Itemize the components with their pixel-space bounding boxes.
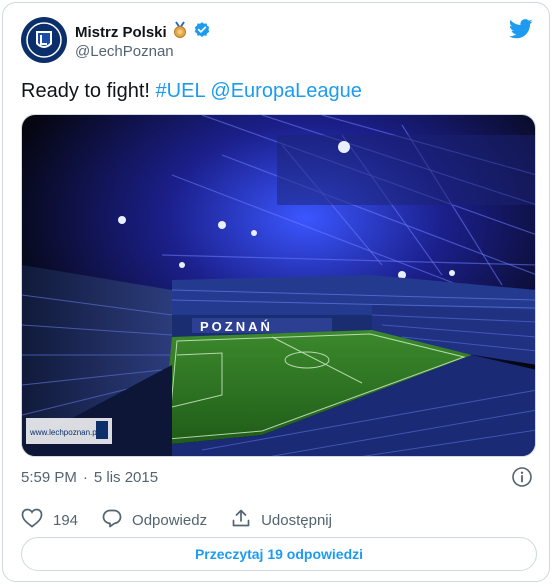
read-replies-label: Przeczytaj 19 odpowiedzi bbox=[194, 546, 364, 562]
author-name[interactable]: Mistrz Polski bbox=[75, 24, 167, 41]
author-row: Mistrz Polski bbox=[75, 21, 211, 44]
share-icon bbox=[231, 508, 251, 532]
stadium-photo: POZNAŃ www.lechpoznan.pl bbox=[22, 115, 535, 456]
heart-icon bbox=[21, 508, 43, 532]
hashtag-link[interactable]: #UEL bbox=[156, 80, 205, 102]
tweet-actions: 194 Odpowiedz Udostępnij bbox=[21, 508, 356, 532]
image-watermark: www.lechpoznan.pl bbox=[29, 428, 99, 437]
lech-logo-icon bbox=[26, 22, 62, 58]
tweet-meta: 5:59 PM · 5 lis 2015 bbox=[21, 469, 158, 486]
tweet-time[interactable]: 5:59 PM bbox=[21, 469, 77, 486]
stadium-sign: POZNAŃ bbox=[200, 319, 273, 334]
share-label: Udostępnij bbox=[261, 511, 332, 529]
read-replies-button[interactable]: Przeczytaj 19 odpowiedzi bbox=[21, 537, 537, 571]
like-button[interactable]: 194 bbox=[21, 508, 78, 532]
medal-icon bbox=[171, 21, 189, 44]
share-button[interactable]: Udostępnij bbox=[231, 508, 332, 532]
tweet-date[interactable]: 5 lis 2015 bbox=[94, 469, 158, 486]
twitter-bird-icon[interactable] bbox=[508, 19, 533, 44]
reply-label: Odpowiedz bbox=[132, 511, 208, 529]
reply-icon bbox=[102, 508, 122, 532]
avatar[interactable] bbox=[21, 17, 67, 63]
tweet-card: Mistrz Polski @LechPoznan Ready to fight… bbox=[2, 2, 550, 582]
author-handle[interactable]: @LechPoznan bbox=[75, 43, 174, 60]
verified-icon bbox=[193, 21, 211, 44]
tweet-image[interactable]: POZNAŃ www.lechpoznan.pl bbox=[21, 114, 536, 457]
meta-separator: · bbox=[82, 469, 88, 486]
tweet-text-plain: Ready to fight! bbox=[21, 80, 156, 102]
tweet-text: Ready to fight! #UEL @EuropaLeague bbox=[21, 79, 362, 103]
mention-link[interactable]: @EuropaLeague bbox=[210, 80, 362, 102]
info-icon[interactable] bbox=[511, 466, 533, 493]
like-count: 194 bbox=[53, 511, 79, 529]
reply-button[interactable]: Odpowiedz bbox=[102, 508, 207, 532]
